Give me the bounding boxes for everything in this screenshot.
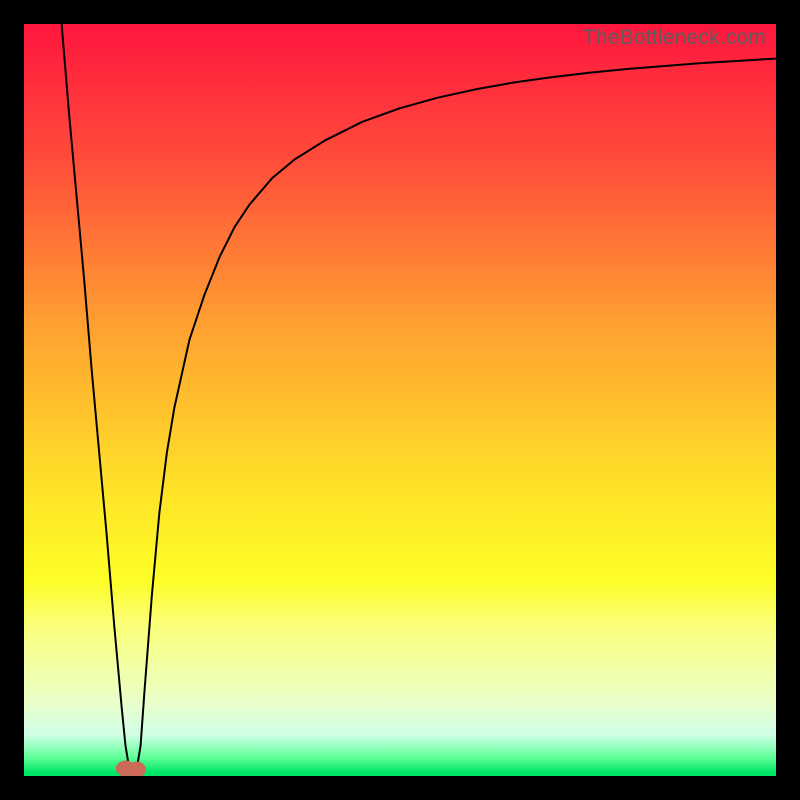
- chart-frame: TheBottleneck.com: [0, 0, 800, 800]
- optimal-point-marker: [116, 760, 146, 776]
- bottleneck-curve: [24, 24, 776, 776]
- watermark-text: TheBottleneck.com: [583, 26, 766, 50]
- plot-area: TheBottleneck.com: [24, 24, 776, 776]
